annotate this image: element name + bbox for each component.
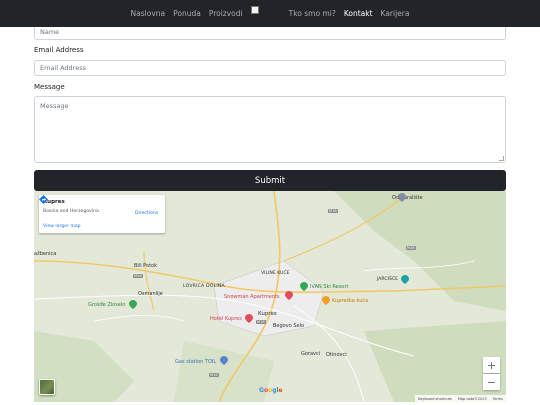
email-input[interactable]: Email Address (34, 60, 506, 76)
terms-link[interactable]: Terms (493, 397, 503, 401)
map-label-viline-kuce: VILINE KUĆE (261, 271, 290, 276)
map-label-gas-station: Gas station TOIL (175, 359, 217, 365)
email-placeholder: Email Address (40, 64, 86, 72)
road-shield: M16 (406, 246, 416, 250)
road-shield: M16 (133, 274, 143, 278)
directions-link[interactable]: Directions (135, 211, 158, 216)
place-subtitle: Bosnia and Herzegovina (43, 209, 99, 214)
name-placeholder: Name (40, 28, 60, 36)
map-label-begovo-selo: Begovo Selo (273, 323, 305, 329)
message-textarea[interactable]: Message (34, 96, 506, 163)
nav-item-kontakt[interactable]: Kontakt (340, 9, 377, 18)
map-pin-icon[interactable] (245, 314, 253, 323)
road-shield: M16 (328, 209, 338, 213)
map-pin-icon[interactable] (322, 296, 330, 305)
message-label: Message (34, 83, 65, 91)
map-label-snowman-apartments: Snowman Apartments (224, 294, 280, 300)
map-label-otinovci: Otinovci (326, 352, 347, 358)
map-pin-icon[interactable] (401, 275, 409, 284)
nav-item-naslovna[interactable]: Naslovna (127, 9, 170, 18)
keyboard-shortcuts-link[interactable]: Keyboard shortcuts (418, 397, 452, 401)
road-shield: M16 (209, 373, 219, 377)
resize-handle-icon[interactable] (499, 156, 504, 161)
map-label-ivan-ski-resort: IVAN Ski Resort (310, 284, 349, 290)
map-label-osmanlije: Osmanlije (138, 291, 163, 297)
map-label-goravci: Goravci (301, 351, 321, 357)
map-layer-toggle[interactable] (39, 379, 55, 395)
map-label-jarcisce: JARCIŠĆE (377, 277, 398, 282)
map-pin-icon[interactable] (285, 291, 293, 300)
map-label-hotel-kupres: Hotel Kupres (210, 316, 242, 322)
place-info-card: Kupres Bosnia and Herzegovina View large… (39, 195, 165, 233)
map-label-razbenica: ažbenica (34, 251, 57, 257)
nav-item-proizvodi[interactable]: Proizvodi (205, 9, 247, 18)
message-placeholder: Message (40, 102, 69, 110)
map-pin-icon[interactable] (300, 282, 308, 291)
map-label-kupreska-kuca: Kupreška kuća (332, 298, 369, 304)
zoom-out-button[interactable]: − (483, 374, 500, 390)
directions-icon[interactable] (39, 195, 48, 204)
submit-button[interactable]: Submit (34, 170, 506, 191)
map-pin-icon[interactable] (129, 300, 137, 309)
map-label-lovrica-dolina: LOVRICA DOLINA (183, 284, 225, 289)
road-shield: M16 (256, 320, 266, 324)
map-label-odmaraliste: Odmaralište (392, 195, 423, 201)
map-label-grosde-zloselo: Grošđe Zloselo (88, 302, 126, 308)
map-attribution: Keyboard shortcuts Map data©2023 Terms (414, 395, 506, 402)
map-pin-icon[interactable] (398, 193, 406, 202)
nav-item-tko-smo-mi[interactable]: Tko smo mi? (285, 9, 340, 18)
nav-item-karijera[interactable]: Karijera (377, 9, 414, 18)
nav-item-ponuda[interactable]: Ponuda (169, 9, 205, 18)
map-label-bili-potok: Bili Potok (134, 263, 157, 269)
map-label-kupres: Kupres (258, 311, 277, 317)
zoom-in-button[interactable]: + (483, 357, 500, 373)
map-pin-icon[interactable] (220, 356, 228, 365)
top-navbar: Naslovna Ponuda Proizvodi Tko smo mi? Ko… (0, 0, 540, 27)
embedded-map[interactable]: Kupres Bosnia and Herzegovina View large… (34, 191, 506, 402)
broken-logo-image[interactable] (250, 6, 259, 14)
google-logo: Google (259, 387, 283, 394)
map-data-text: Map data©2023 (457, 396, 487, 401)
view-larger-map-link[interactable]: View larger map (43, 224, 81, 229)
email-label: Email Address (34, 46, 84, 54)
